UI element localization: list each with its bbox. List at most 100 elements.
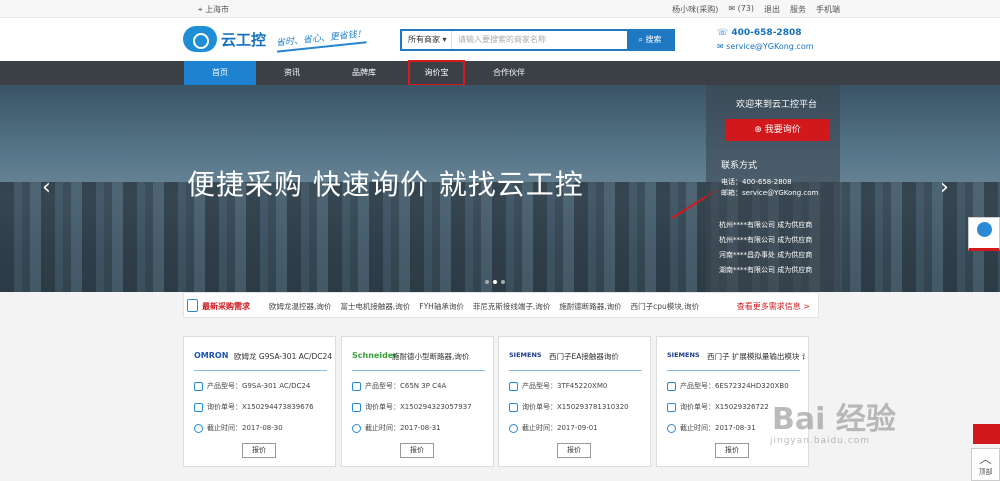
card-model-text: 产品型号：C65N 3P C4A (365, 382, 447, 390)
quote-button[interactable]: 报价 (557, 443, 591, 458)
card-deadline-text: 截止时间：2017-08-31 (680, 424, 756, 432)
banner-dot[interactable] (501, 280, 505, 284)
logo-text: 云工控 (221, 30, 267, 49)
card-title[interactable]: 西门子 扩展模拟量输出模块 询... (707, 351, 805, 362)
card-order: 询价单号：X150293781310320 (509, 402, 629, 412)
document-icon (194, 402, 203, 412)
document-icon (667, 402, 676, 412)
card-divider (352, 370, 485, 371)
location-label[interactable]: ⌖ 上海市 (198, 4, 229, 15)
inquiry-card[interactable]: Schneider 施耐德小型断路器,询价 产品型号：C65N 3P C4A 询… (341, 336, 494, 467)
supplier-list: 杭州****有限公司 成为供应商 杭州****有限公司 成为供应商 河南****… (719, 218, 812, 278)
brand-logo: Schneider (352, 351, 398, 360)
ticker-item[interactable]: FYH轴承询价 (419, 301, 464, 312)
site-logo[interactable]: 云工控 省时、省心、更省钱！ (183, 25, 367, 53)
quote-button[interactable]: 报价 (400, 443, 434, 458)
cube-icon (352, 381, 361, 391)
header-email[interactable]: ✉ service@YGKong.com (717, 40, 814, 53)
ticker-items: 欧姆龙温控器,询价 富士电机接触器,询价 FYH轴承询价 菲尼克斯接线端子,询价… (269, 301, 699, 312)
user-name[interactable]: 杨小咪(采购) (672, 4, 718, 15)
supplier-item: 湖南****有限公司 成为供应商 (719, 266, 813, 274)
service-link[interactable]: 服务 (790, 4, 806, 15)
baidu-watermark: Bai 经验 jingyan.baidu.com (770, 394, 896, 446)
top-bar: ⌖ 上海市 杨小咪(采购) ✉ (73) 退出 服务 手机端 (0, 0, 1000, 18)
list-icon (187, 299, 198, 312)
messages-link[interactable]: ✉ (73) (728, 4, 754, 15)
card-model: 产品型号：G9SA-301 AC/DC24 (194, 381, 310, 391)
card-model: 产品型号：3TF45220XM0 (509, 381, 607, 391)
quote-button[interactable]: 报价 (715, 443, 749, 458)
contact-email: 邮箱：service@YGKong.com (721, 189, 819, 197)
card-title[interactable]: 西门子EA接触器询价 (549, 351, 647, 362)
card-title[interactable]: 施耐德小型断路器,询价 (392, 351, 490, 362)
banner-side-panel: 欢迎来到云工控平台 ⊕ 我要询价 联系方式 电话：400-658-2808 邮箱… (706, 85, 840, 292)
brand-logo: SIEMENS (509, 351, 542, 359)
card-order: 询价单号：X150294473839676 (194, 402, 314, 412)
supplier-item: 杭州****有限公司 成为供应商 (719, 236, 813, 244)
brand-logo: SIEMENS (667, 351, 700, 359)
customer-service-button[interactable] (968, 217, 1000, 251)
header: 云工控 省时、省心、更省钱！ 所有商家 ▾ 请输入要搜索的商家名称 ⌕ 搜索 ☏… (0, 18, 1000, 61)
header-contact: ☏ 400-658-2808 ✉ service@YGKong.com (717, 27, 814, 53)
contact-title: 联系方式 (721, 161, 758, 171)
message-count: (73) (737, 4, 754, 13)
nav-home[interactable]: 首页 (184, 61, 256, 85)
banner-next-icon[interactable]: › (940, 177, 952, 199)
card-deadline: 截止时间：2017-09-01 (509, 423, 598, 433)
search-input[interactable]: 请输入要搜索的商家名称 (452, 31, 627, 49)
location-text: 上海市 (205, 5, 230, 14)
banner-headline: 便捷采购 快速询价 就找云工控 (187, 168, 584, 201)
ticker-title: 最新采购需求 (202, 302, 250, 311)
clock-icon (352, 423, 361, 433)
ticker-item[interactable]: 菲尼克斯接线端子,询价 (473, 301, 550, 312)
card-deadline: 截止时间：2017-08-31 (667, 423, 756, 433)
search-bar: 所有商家 ▾ 请输入要搜索的商家名称 ⌕ 搜索 (400, 29, 675, 51)
hero-banner: 便捷采购 快速询价 就找云工控 ‹ › 欢迎来到云工控平台 ⊕ 我要询价 联系方… (0, 85, 1000, 292)
cube-icon (667, 381, 676, 391)
search-button-label: 搜索 (645, 35, 662, 44)
banner-prev-icon[interactable]: ‹ (42, 177, 54, 199)
header-phone-text: 400-658-2808 (731, 28, 802, 38)
card-order-text: 询价单号：X150293781310320 (522, 403, 629, 411)
card-deadline-text: 截止时间：2017-08-30 (207, 424, 283, 432)
quote-button[interactable]: 报价 (242, 443, 276, 458)
brand-logo: OMRON (194, 351, 229, 360)
logo-slogan: 省时、省心、更省钱！ (275, 25, 367, 53)
ticker-item[interactable]: 富士电机接触器,询价 (340, 301, 410, 312)
document-icon (509, 402, 518, 412)
ask-price-button[interactable]: ⊕ 我要询价 (725, 119, 830, 141)
ticker-item[interactable]: 西门子cpu模块,询价 (631, 301, 700, 312)
clock-icon (509, 423, 518, 433)
banner-dot[interactable] (485, 280, 489, 284)
nav-inquiry[interactable]: 询价宝 (408, 60, 465, 86)
top-bar-links: 杨小咪(采购) ✉ (73) 退出 服务 手机端 (672, 4, 840, 15)
card-deadline: 截止时间：2017-08-31 (352, 423, 441, 433)
search-button[interactable]: ⌕ 搜索 (627, 31, 673, 49)
contact-phone: 电话：400-658-2808 (721, 178, 792, 186)
back-to-top-button[interactable]: ︿ 顶部 (971, 448, 1000, 481)
ticker-item[interactable]: 施耐德断路器,询价 (559, 301, 621, 312)
card-title[interactable]: 欧姆龙 G9SA-301 AC/DC24 ... (234, 351, 332, 362)
main-nav: 首页 资讯 品牌库 询价宝 合作伙伴 (0, 60, 1000, 86)
card-model-text: 产品型号：3TF45220XM0 (522, 382, 608, 390)
chevron-up-icon: ︿ (979, 452, 992, 466)
card-deadline-text: 截止时间：2017-08-31 (365, 424, 441, 432)
nav-news[interactable]: 资讯 (256, 61, 328, 85)
banner-dot-active[interactable] (493, 280, 497, 284)
logout-link[interactable]: 退出 (764, 4, 780, 15)
search-scope-select[interactable]: 所有商家 ▾ (402, 31, 452, 49)
card-divider (194, 370, 327, 371)
float-red-tab[interactable] (973, 424, 1000, 444)
search-scope-value: 所有商家 (408, 35, 440, 44)
inquiry-card[interactable]: SIEMENS 西门子EA接触器询价 产品型号：3TF45220XM0 询价单号… (498, 336, 651, 467)
card-model: 产品型号：C65N 3P C4A (352, 381, 446, 391)
nav-partners[interactable]: 合作伙伴 (473, 61, 545, 85)
inquiry-card[interactable]: OMRON 欧姆龙 G9SA-301 AC/DC24 ... 产品型号：G9SA… (183, 336, 336, 467)
card-order: 询价单号：X150294323057937 (352, 402, 472, 412)
ticker-item[interactable]: 欧姆龙温控器,询价 (269, 301, 331, 312)
more-demand-link[interactable]: 查看更多需求信息 > (737, 301, 810, 312)
card-deadline-text: 截止时间：2017-09-01 (522, 424, 598, 432)
mobile-link[interactable]: 手机端 (816, 4, 840, 15)
nav-brands[interactable]: 品牌库 (328, 61, 400, 85)
supplier-item: 河南****昌办事处 成为供应商 (719, 251, 813, 259)
